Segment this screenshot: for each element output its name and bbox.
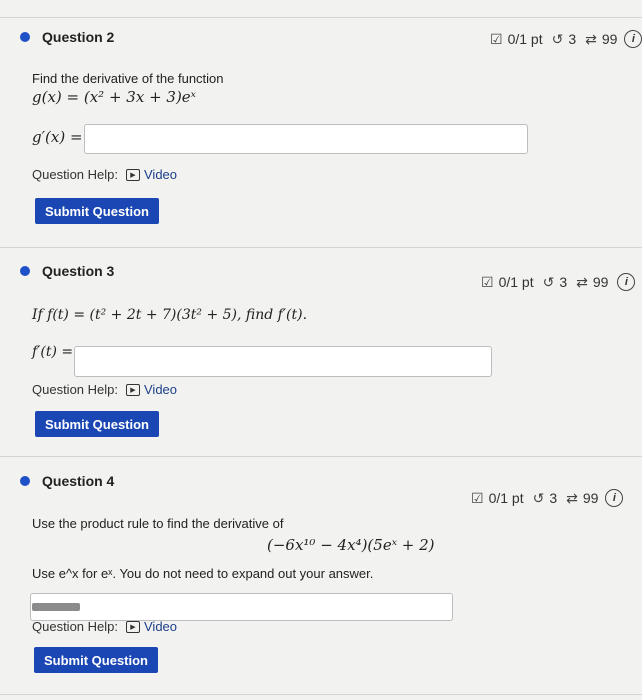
- checkbox-pencil-icon: ☑: [471, 489, 484, 506]
- retries-count: 3: [568, 31, 577, 47]
- play-icon: ▶: [126, 168, 140, 181]
- answer-input[interactable]: [30, 593, 453, 621]
- question-title: Question 3: [42, 263, 115, 279]
- retries-count: 3: [549, 490, 558, 506]
- video-label: Video: [144, 619, 178, 634]
- info-icon[interactable]: i: [624, 30, 642, 48]
- help-label: Question Help:: [32, 382, 118, 397]
- video-link[interactable]: ▶ Video: [126, 382, 177, 397]
- attempts-count: 99: [601, 31, 618, 47]
- question-4-header: Question 4: [20, 473, 114, 489]
- answer-label: f′(t) =: [32, 344, 74, 360]
- score-text: 0/1 pt: [498, 274, 534, 290]
- question-title: Question 4: [42, 473, 115, 489]
- video-link[interactable]: ▶ Video: [126, 167, 177, 182]
- video-label: Video: [144, 167, 178, 182]
- play-icon: ▶: [126, 383, 140, 396]
- answer-input[interactable]: [74, 346, 492, 377]
- function-expression: g(x) = (x² + 3x + 3)eˣ: [32, 88, 197, 106]
- info-icon[interactable]: i: [605, 489, 624, 507]
- question-meta: ☑ 0/1 pt ↺ 3 ⇄ 99 i: [471, 489, 624, 507]
- attempts-cycle-icon: ⇄: [585, 30, 597, 47]
- retry-icon[interactable]: ↺: [543, 274, 555, 291]
- help-label: Question Help:: [32, 167, 118, 182]
- retry-icon[interactable]: ↺: [533, 490, 545, 507]
- attempts-cycle-icon: ⇄: [576, 273, 588, 290]
- question-2-header: Question 2: [20, 29, 114, 45]
- question-prompt: If f(t) = (t² + 2t + 7)(3t² + 5), find f…: [32, 307, 308, 323]
- question-title: Question 2: [42, 29, 115, 45]
- submit-question-button[interactable]: Submit Question: [35, 411, 159, 437]
- divider: [0, 694, 642, 695]
- info-icon[interactable]: i: [617, 273, 636, 291]
- video-link[interactable]: ▶ Video: [126, 619, 177, 634]
- help-label: Question Help:: [32, 619, 118, 634]
- question-prompt: Find the derivative of the function: [32, 71, 224, 86]
- bullet-dot: [20, 32, 30, 42]
- submit-question-button[interactable]: Submit Question: [34, 647, 158, 673]
- attempts-count: 99: [592, 274, 609, 290]
- question-3-header: Question 3: [20, 263, 114, 279]
- answer-input[interactable]: [84, 124, 528, 154]
- answer-hint: Use e^x for eˣ. You do not need to expan…: [32, 566, 374, 581]
- divider: [0, 456, 642, 457]
- bullet-dot: [20, 476, 30, 486]
- divider: [0, 247, 642, 248]
- retry-icon[interactable]: ↺: [552, 31, 564, 48]
- question-prompt: Use the product rule to find the derivat…: [32, 516, 284, 531]
- question-meta: ☑ 0/1 pt ↺ 3 ⇄ 99 i: [490, 30, 642, 48]
- attempts-count: 99: [582, 490, 599, 506]
- input-progress-bar: [32, 603, 80, 611]
- question-meta: ☑ 0/1 pt ↺ 3 ⇄ 99 i: [481, 273, 636, 291]
- score-text: 0/1 pt: [488, 490, 524, 506]
- video-label: Video: [144, 382, 178, 397]
- divider: [0, 17, 642, 18]
- checkbox-pencil-icon: ☑: [490, 30, 503, 47]
- score-text: 0/1 pt: [507, 31, 543, 47]
- retries-count: 3: [559, 274, 568, 290]
- answer-label: g′(x) =: [32, 128, 83, 146]
- play-icon: ▶: [126, 620, 140, 633]
- submit-question-button[interactable]: Submit Question: [35, 198, 159, 224]
- question-help: Question Help: ▶ Video: [32, 167, 177, 182]
- product-expression: (−6x¹⁰ − 4x⁴)(5eˣ + 2): [267, 536, 435, 554]
- question-help: Question Help: ▶ Video: [32, 382, 177, 397]
- question-help: Question Help: ▶ Video: [32, 619, 177, 634]
- attempts-cycle-icon: ⇄: [566, 489, 578, 506]
- bullet-dot: [20, 266, 30, 276]
- checkbox-pencil-icon: ☑: [481, 273, 494, 290]
